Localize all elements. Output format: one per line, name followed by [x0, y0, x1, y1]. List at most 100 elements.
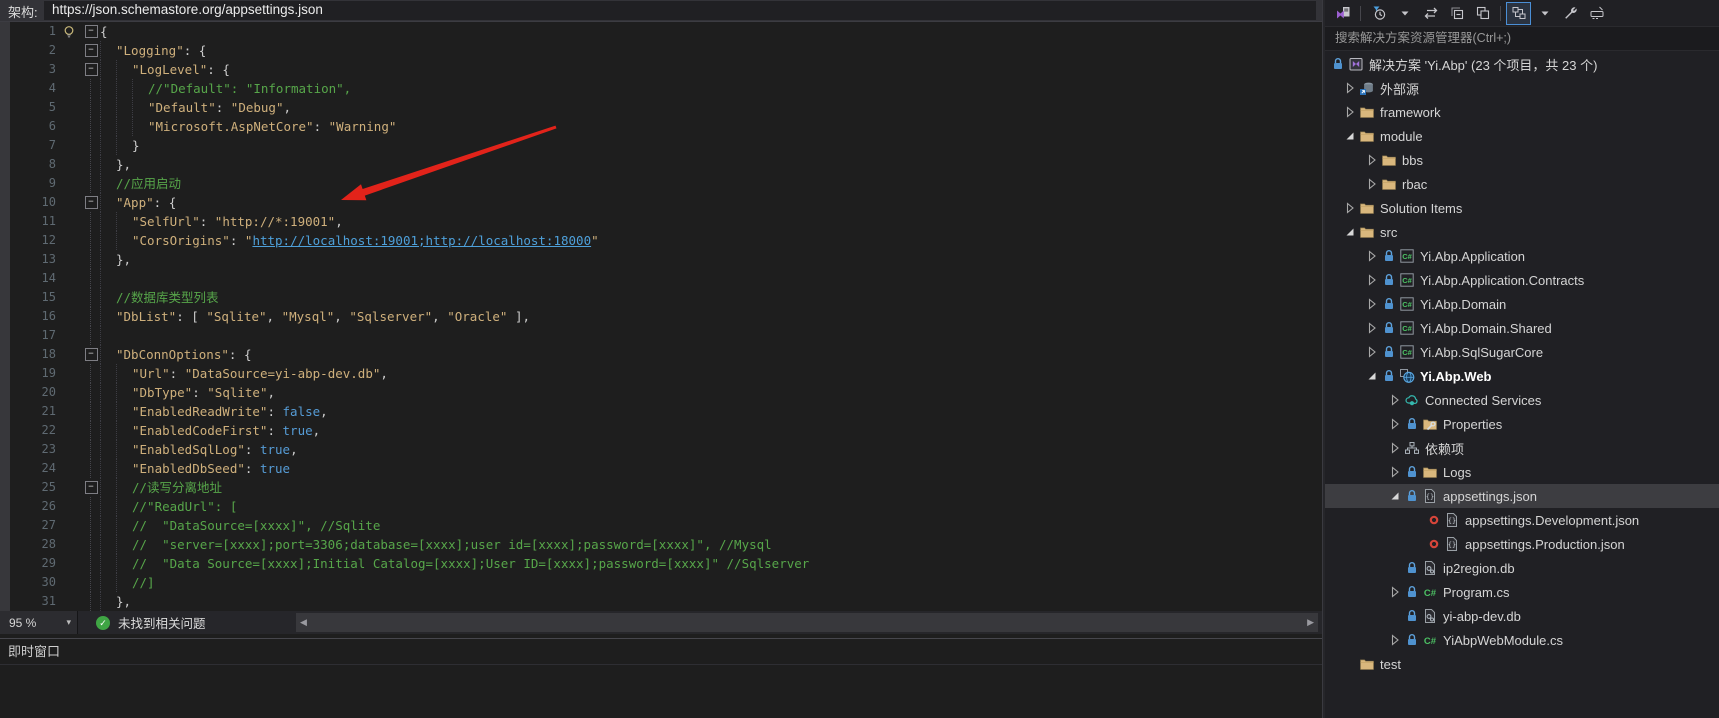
schema-url-combobox[interactable]: https://json.schemastore.org/appsettings…: [44, 1, 1316, 20]
expander-collapsed-icon[interactable]: [1342, 104, 1358, 120]
expander-collapsed-icon[interactable]: [1387, 632, 1403, 648]
tree-item-src[interactable]: src: [1325, 220, 1719, 244]
tree-item-yi-abp-web[interactable]: Yi.Abp.Web: [1325, 364, 1719, 388]
expander-collapsed-icon[interactable]: [1387, 392, 1403, 408]
tree-item-solution-items[interactable]: Solution Items: [1325, 196, 1719, 220]
code-line-12[interactable]: 12"CorsOrigins": "http://localhost:19001…: [0, 231, 1322, 250]
expander-expanded-icon[interactable]: [1387, 488, 1403, 504]
tree-item-rbac[interactable]: rbac: [1325, 172, 1719, 196]
code-line-7[interactable]: 7}: [0, 136, 1322, 155]
code-line-10[interactable]: 10−"App": {: [0, 193, 1322, 212]
code-line-15[interactable]: 15//数据库类型列表: [0, 288, 1322, 307]
tree-item-yi-abp-23-23[interactable]: 解决方案 'Yi.Abp' (23 个项目，共 23 个): [1325, 52, 1719, 76]
tree-item-yi-abp-domain-shared[interactable]: C#Yi.Abp.Domain.Shared: [1325, 316, 1719, 340]
expander-collapsed-icon[interactable]: [1364, 344, 1380, 360]
tree-item-yi-abp-domain[interactable]: C#Yi.Abp.Domain: [1325, 292, 1719, 316]
code-line-26[interactable]: 26//"ReadUrl": [: [0, 497, 1322, 516]
tree-item-yi-abp-sqlsugarcore[interactable]: C#Yi.Abp.SqlSugarCore: [1325, 340, 1719, 364]
code-line-30[interactable]: 30//]: [0, 573, 1322, 592]
tree-item-framework[interactable]: framework: [1325, 100, 1719, 124]
expander-collapsed-icon[interactable]: [1364, 248, 1380, 264]
code-line-1[interactable]: 1−{: [0, 22, 1322, 41]
scroll-right-icon[interactable]: ▶: [1303, 617, 1318, 628]
show-all-files-icon[interactable]: [1584, 2, 1609, 25]
code-line-8[interactable]: 8},: [0, 155, 1322, 174]
expander-collapsed-icon[interactable]: [1387, 584, 1403, 600]
tree-item-properties[interactable]: Properties: [1325, 412, 1719, 436]
expander-expanded-icon[interactable]: [1342, 224, 1358, 240]
code-line-6[interactable]: 6"Microsoft.AspNetCore": "Warning": [0, 117, 1322, 136]
dropdown-caret-icon[interactable]: [1532, 2, 1557, 25]
tree-item-item-16[interactable]: 依赖项: [1325, 436, 1719, 460]
tree-item-yi-abp-application[interactable]: C#Yi.Abp.Application: [1325, 244, 1719, 268]
code-line-20[interactable]: 20"DbType": "Sqlite",: [0, 383, 1322, 402]
fold-collapse-icon[interactable]: −: [82, 478, 100, 497]
zoom-level-combobox[interactable]: 95 % ▾: [0, 611, 78, 634]
fold-collapse-icon[interactable]: −: [82, 22, 100, 41]
code-line-3[interactable]: 3−"LogLevel": {: [0, 60, 1322, 79]
fold-collapse-icon[interactable]: −: [82, 193, 100, 212]
code-line-22[interactable]: 22"EnabledCodeFirst": true,: [0, 421, 1322, 440]
tree-item-appsettings-production-json[interactable]: {}appsettings.Production.json: [1325, 532, 1719, 556]
code-line-18[interactable]: 18−"DbConnOptions": {: [0, 345, 1322, 364]
tree-item-bbs[interactable]: bbs: [1325, 148, 1719, 172]
code-line-24[interactable]: 24"EnabledDbSeed": true: [0, 459, 1322, 478]
code-line-11[interactable]: 11"SelfUrl": "http://*:19001",: [0, 212, 1322, 231]
switch-views-icon[interactable]: [1330, 2, 1355, 25]
tree-item-connected-services[interactable]: Connected Services: [1325, 388, 1719, 412]
code-line-25[interactable]: 25−//读写分离地址: [0, 478, 1322, 497]
fold-collapse-icon[interactable]: −: [82, 345, 100, 364]
code-line-9[interactable]: 9//应用启动: [0, 174, 1322, 193]
sync-active-document-icon[interactable]: [1506, 2, 1531, 25]
code-line-31[interactable]: 31},: [0, 592, 1322, 611]
scroll-left-icon[interactable]: ◀: [296, 617, 311, 628]
collapse-all-icon[interactable]: [1444, 2, 1469, 25]
tree-item-module[interactable]: module: [1325, 124, 1719, 148]
code-line-19[interactable]: 19"Url": "DataSource=yi-abp-dev.db",: [0, 364, 1322, 383]
code-line-2[interactable]: 2−"Logging": {: [0, 41, 1322, 60]
expander-collapsed-icon[interactable]: [1364, 272, 1380, 288]
expander-collapsed-icon[interactable]: [1387, 416, 1403, 432]
immediate-window-input[interactable]: [0, 665, 1322, 718]
tree-item-ip2region-db[interactable]: ip2region.db: [1325, 556, 1719, 580]
tree-item-logs[interactable]: Logs: [1325, 460, 1719, 484]
expander-expanded-icon[interactable]: [1342, 128, 1358, 144]
fold-collapse-icon[interactable]: −: [82, 60, 100, 79]
code-line-23[interactable]: 23"EnabledSqlLog": true,: [0, 440, 1322, 459]
solution-explorer-search-input[interactable]: 搜索解决方案资源管理器(Ctrl+;): [1325, 26, 1719, 51]
expander-collapsed-icon[interactable]: [1364, 296, 1380, 312]
properties-wrench-icon[interactable]: [1558, 2, 1583, 25]
fold-collapse-icon[interactable]: −: [82, 41, 100, 60]
expander-collapsed-icon[interactable]: [1342, 80, 1358, 96]
document-health-indicator[interactable]: ✓ 未找到相关问题: [96, 611, 206, 634]
expander-collapsed-icon[interactable]: [1387, 440, 1403, 456]
horizontal-scrollbar[interactable]: ◀ ▶: [296, 613, 1318, 632]
tree-item-yiabpwebmodule-cs[interactable]: C#YiAbpWebModule.cs: [1325, 628, 1719, 652]
expander-collapsed-icon[interactable]: [1364, 152, 1380, 168]
tree-item-yi-abp-dev-db[interactable]: yi-abp-dev.db: [1325, 604, 1719, 628]
tree-item-yi-abp-application-contracts[interactable]: C#Yi.Abp.Application.Contracts: [1325, 268, 1719, 292]
two-way-sync-icon[interactable]: [1418, 2, 1443, 25]
code-line-16[interactable]: 16"DbList": [ "Sqlite", "Mysql", "Sqlser…: [0, 307, 1322, 326]
pending-changes-filter-icon[interactable]: [1366, 2, 1391, 25]
tree-item-item-1[interactable]: 外部源: [1325, 76, 1719, 100]
code-line-4[interactable]: 4//"Default": "Information",: [0, 79, 1322, 98]
tree-item-program-cs[interactable]: C#Program.cs: [1325, 580, 1719, 604]
tree-item-appsettings-json[interactable]: {}appsettings.json: [1325, 484, 1719, 508]
code-line-5[interactable]: 5"Default": "Debug",: [0, 98, 1322, 117]
code-line-28[interactable]: 28// "server=[xxxx];port=3306;database=[…: [0, 535, 1322, 554]
code-line-27[interactable]: 27// "DataSource=[xxxx]", //Sqlite: [0, 516, 1322, 535]
breakpoint-margin[interactable]: [0, 22, 10, 611]
code-line-29[interactable]: 29// "Data Source=[xxxx];Initial Catalog…: [0, 554, 1322, 573]
expander-collapsed-icon[interactable]: [1342, 200, 1358, 216]
dropdown-caret-icon[interactable]: [1392, 2, 1417, 25]
expander-collapsed-icon[interactable]: [1364, 176, 1380, 192]
overlapping-windows-icon[interactable]: [1470, 2, 1495, 25]
expander-collapsed-icon[interactable]: [1387, 464, 1403, 480]
expander-expanded-icon[interactable]: [1364, 368, 1380, 384]
code-line-21[interactable]: 21"EnabledReadWrite": false,: [0, 402, 1322, 421]
tree-item-test[interactable]: test: [1325, 652, 1719, 676]
code-line-17[interactable]: 17: [0, 326, 1322, 345]
code-line-14[interactable]: 14: [0, 269, 1322, 288]
tree-item-appsettings-development-json[interactable]: {}appsettings.Development.json: [1325, 508, 1719, 532]
